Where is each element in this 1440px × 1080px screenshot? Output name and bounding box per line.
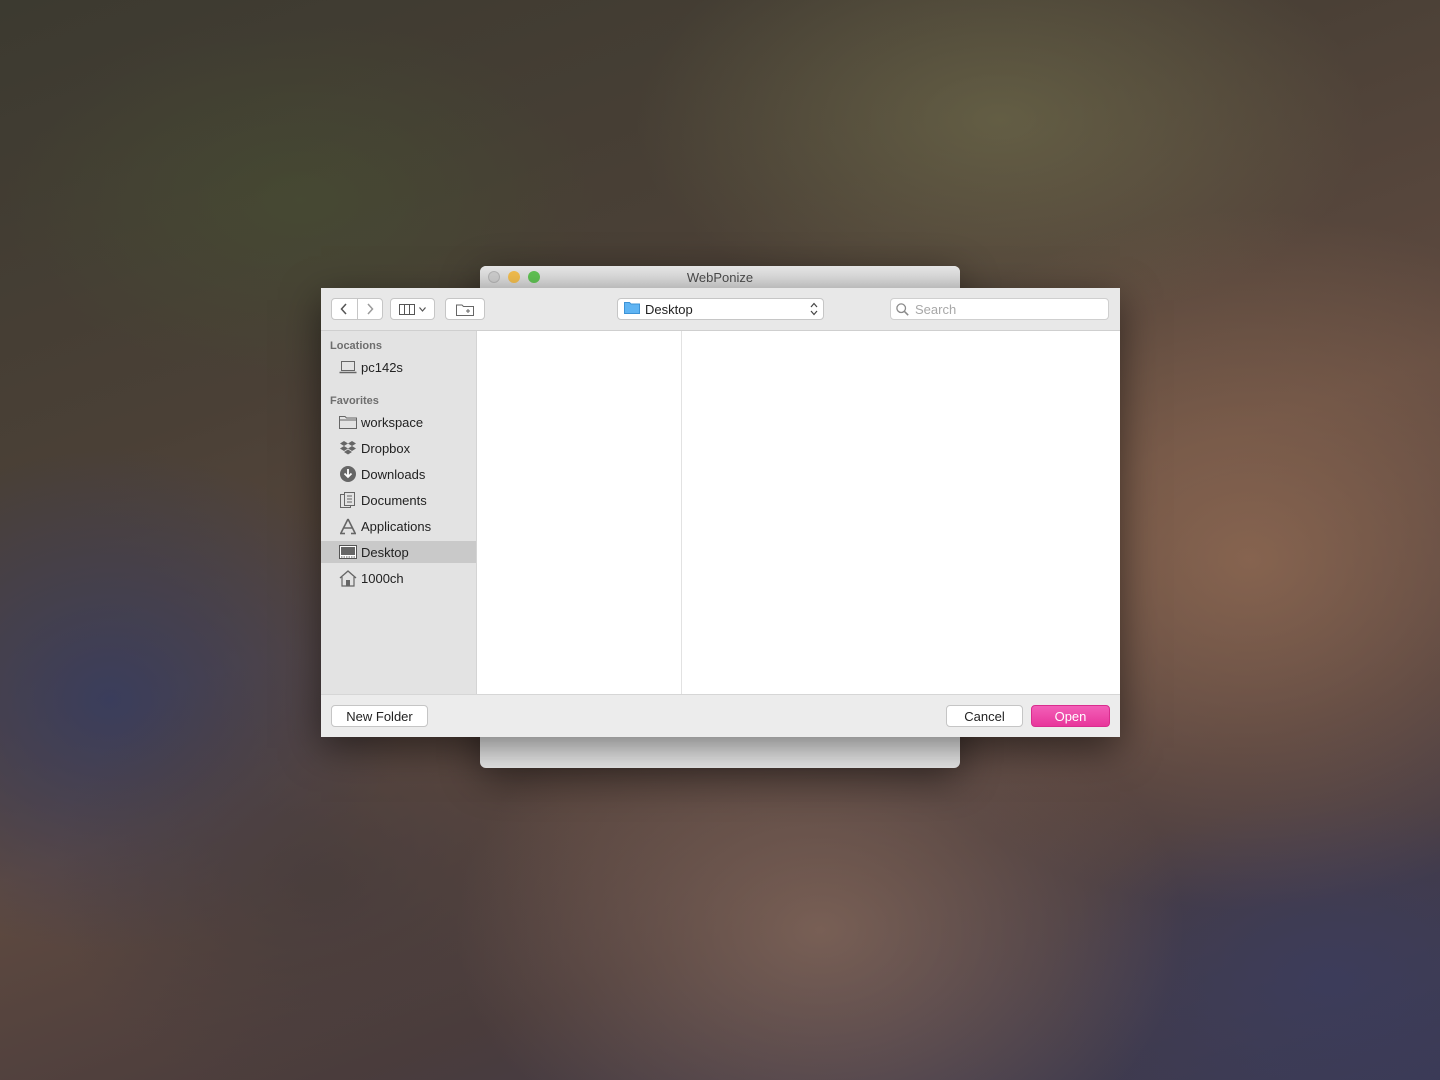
sidebar-section-locations: Locations: [330, 340, 382, 352]
folder-plus-icon: [456, 304, 474, 316]
column-view-icon: [399, 303, 415, 315]
new-folder-button[interactable]: New Folder: [331, 705, 428, 727]
sidebar-item-label: Desktop: [361, 544, 409, 560]
updown-arrows-icon: [810, 302, 818, 316]
home-icon: [338, 569, 358, 587]
open-button[interactable]: Open: [1031, 705, 1110, 727]
dialog-footer: New Folder Cancel Open: [321, 694, 1120, 737]
sidebar-item-label: workspace: [361, 414, 424, 430]
sidebar-item-label: 1000ch: [361, 570, 404, 586]
sidebar-item-applications[interactable]: Applications: [321, 515, 476, 537]
search-input[interactable]: [913, 300, 1097, 318]
path-popup-label: Desktop: [645, 301, 693, 317]
desktop-icon: [338, 545, 358, 559]
sidebar-item-dropbox[interactable]: Dropbox: [321, 437, 476, 459]
chevron-left-icon: [340, 303, 347, 315]
path-popup[interactable]: Desktop: [617, 298, 824, 320]
sidebar-section-favorites: Favorites: [330, 395, 379, 407]
forward-button[interactable]: [358, 299, 383, 319]
sidebar-item-label: pc142s: [361, 359, 403, 375]
sidebar-item-1000ch[interactable]: 1000ch: [321, 567, 476, 589]
navigation-segment: [331, 298, 383, 320]
chevron-right-icon: [367, 303, 374, 315]
window-title: WebPonize: [686, 270, 754, 285]
back-button[interactable]: [332, 299, 358, 319]
view-mode-button[interactable]: [390, 298, 435, 320]
sidebar-item-documents[interactable]: Documents: [321, 489, 476, 511]
applications-icon: [338, 518, 358, 535]
sidebar-item-pc142s[interactable]: pc142s: [321, 356, 476, 378]
new-folder-toolbar-button[interactable]: [445, 298, 485, 320]
folder-icon: [338, 415, 358, 429]
chevron-down-icon: [419, 306, 426, 312]
sidebar: Locations pc142s Favorites workspace Dro…: [321, 331, 477, 694]
dropbox-icon: [338, 440, 358, 456]
column-divider[interactable]: [681, 331, 682, 694]
cancel-button[interactable]: Cancel: [946, 705, 1023, 727]
file-browser[interactable]: [477, 331, 1120, 694]
laptop-icon: [338, 360, 358, 374]
folder-icon: [624, 301, 640, 317]
search-field[interactable]: [890, 298, 1109, 320]
title-bar: WebPonize: [480, 266, 960, 289]
dialog-toolbar: Desktop: [321, 288, 1120, 331]
sidebar-item-label: Downloads: [361, 466, 426, 482]
search-icon: [896, 302, 909, 316]
open-file-dialog: Desktop Locations pc142s Favorites works…: [321, 288, 1120, 737]
sidebar-item-desktop[interactable]: Desktop: [321, 541, 476, 563]
sidebar-item-label: Dropbox: [361, 440, 411, 456]
sidebar-item-label: Documents: [361, 492, 427, 508]
downloads-icon: [338, 465, 358, 483]
sidebar-item-downloads[interactable]: Downloads: [321, 463, 476, 485]
documents-icon: [338, 492, 358, 508]
sidebar-item-workspace[interactable]: workspace: [321, 411, 476, 433]
sidebar-item-label: Applications: [361, 518, 432, 534]
